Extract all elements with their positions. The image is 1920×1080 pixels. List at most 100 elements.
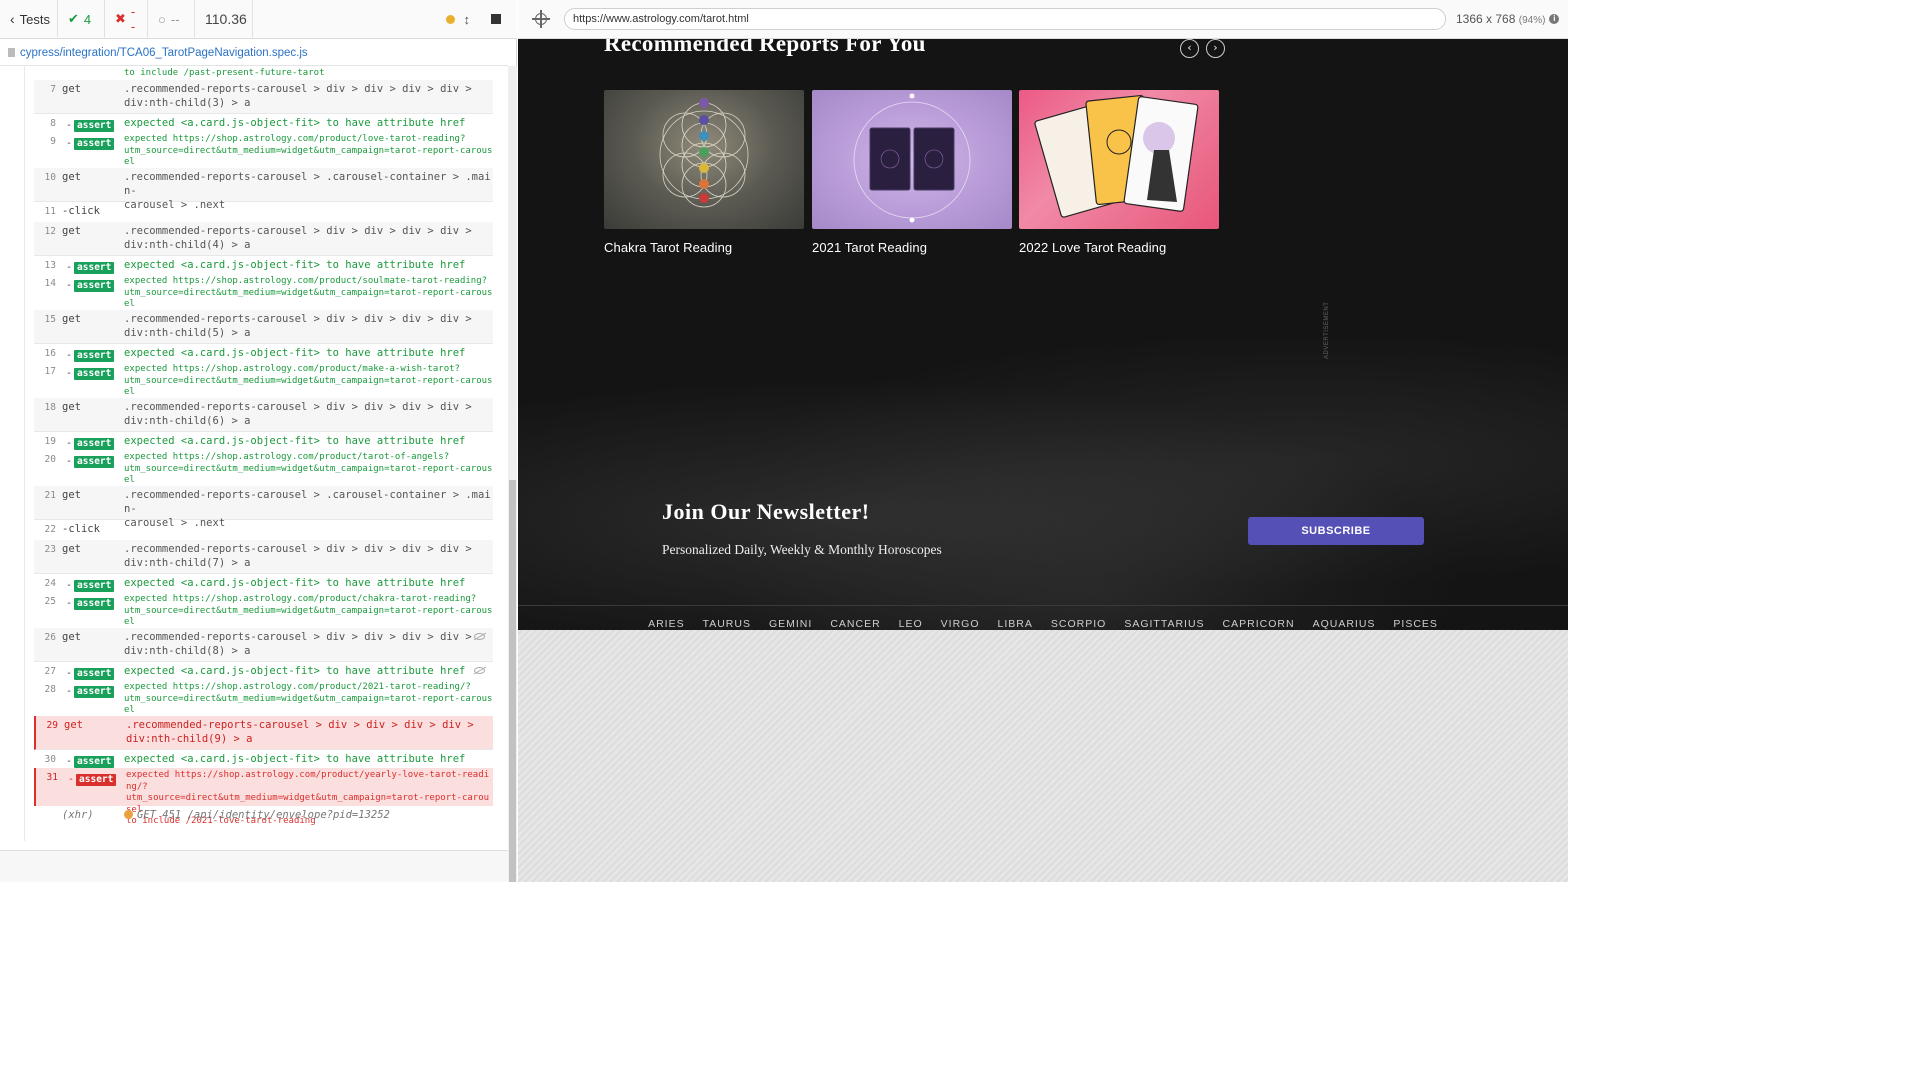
command-row-assert[interactable]: 28- assert expected https://shop.astrology…	[34, 680, 493, 727]
zodiac-link[interactable]: ARIES	[639, 606, 694, 630]
command-row-assert[interactable]: 25- assert expected https://shop.astrology…	[34, 592, 493, 639]
command-log-scrollbar[interactable]	[508, 66, 517, 882]
assert-badge: - assert	[56, 274, 124, 310]
command-row-get[interactable]: 12 get .recommended-reports-carousel > div…	[34, 222, 493, 256]
zodiac-link[interactable]: VIRGO	[932, 606, 989, 630]
carousel-next-button[interactable]: ›	[1206, 39, 1225, 58]
command-number: 26	[44, 632, 56, 643]
zodiac-link[interactable]: PISCES	[1384, 606, 1447, 630]
command-row-get[interactable]: 15 get .recommended-reports-carousel > div…	[34, 310, 493, 344]
running-status-icon	[445, 14, 455, 24]
spec-path-link[interactable]: cypress/integration/TCA06_TarotPageNavig…	[20, 47, 308, 59]
chevron-left-icon: ‹	[10, 11, 15, 27]
zodiac-link[interactable]: CAPRICORN	[1214, 606, 1304, 630]
command-message: .recommended-reports-carousel > div > di…	[124, 225, 472, 251]
file-icon	[8, 48, 15, 57]
assert-badge: - assert	[56, 750, 124, 768]
command-message: expected <a.card.js-object-fit> to have …	[124, 577, 466, 589]
command-number: 25	[44, 596, 56, 607]
command-row-get[interactable]: 18 get .recommended-reports-carousel > div…	[34, 398, 493, 432]
report-card-2022-love[interactable]: 2022 Love Tarot Reading	[1019, 90, 1219, 255]
command-number: 18	[44, 402, 56, 413]
assert-tag: assert	[74, 280, 115, 292]
command-row-assert[interactable]: 16- assert expected <a.card.js-object-fit>…	[34, 344, 493, 362]
command-row-assert[interactable]: 13- assert expected <a.card.js-object-fit>…	[34, 256, 493, 274]
zodiac-link[interactable]: SCORPIO	[1042, 606, 1115, 630]
command-row-get[interactable]: 7 get .recommended-reports-carousel > div …	[34, 80, 493, 114]
command-row-get[interactable]: 26 get .recommended-reports-carousel > div…	[34, 628, 493, 662]
command-number: 12	[44, 226, 56, 237]
runner-footer	[0, 850, 508, 882]
command-message: expected https://shop.astrology.com/prod…	[124, 276, 493, 321]
command-row-get[interactable]: 21 get .recommended-reports-carousel > .ca…	[34, 486, 493, 529]
report-card-2021[interactable]: 2021 Tarot Reading	[812, 90, 1012, 255]
command-number: 20	[44, 454, 56, 465]
selector-playground-button[interactable]	[518, 10, 564, 28]
zodiac-link[interactable]: LIBRA	[989, 606, 1042, 630]
zodiac-link[interactable]: AQUARIUS	[1304, 606, 1385, 630]
eye-hidden-icon	[474, 633, 485, 640]
command-row-get[interactable]: 29 get .recommended-reports-carousel > div…	[34, 716, 493, 750]
info-icon[interactable]: i	[1549, 14, 1560, 24]
assert-badge: - assert	[56, 114, 124, 132]
xhr-text: GET 451 /api/identity/envelope?pid=13252	[137, 809, 390, 821]
auto-scroll-icon[interactable]: ↕	[464, 12, 471, 27]
command-message: .recommended-reports-carousel > div > di…	[124, 543, 472, 569]
subscribe-button[interactable]: SUBSCRIBE	[1248, 517, 1424, 545]
command-row-xhr[interactable]: (xhr) GET 451 /api/identity/envelope?pid=…	[34, 806, 493, 826]
zodiac-link[interactable]: SAGITTARIUS	[1115, 606, 1213, 630]
zodiac-link[interactable]: GEMINI	[760, 606, 821, 630]
dash: -	[66, 756, 73, 767]
command-name: get	[62, 313, 81, 325]
check-icon: ✔	[68, 11, 79, 26]
astrology-site: Recommended Reports For You ‹ › Chakra T…	[518, 39, 1568, 630]
command-row-assert[interactable]: 17- assert expected https://shop.astrology…	[34, 362, 493, 409]
command-row-assert[interactable]: 8- assert expected <a.card.js-object-fit> …	[34, 114, 493, 132]
passed-count: ✔ 4	[58, 0, 105, 39]
command-row-assert[interactable]: 20- assert expected https://shop.astrology…	[34, 450, 493, 497]
command-row-tail[interactable]: to include /past-present-future-tarot	[34, 66, 493, 80]
command-row-get[interactable]: 23 get .recommended-reports-carousel > div…	[34, 540, 493, 574]
command-log: to include /past-present-future-tarot 7 ge…	[24, 66, 508, 841]
command-row-assert[interactable]: 30- assert expected <a.card.js-object-fit>…	[34, 750, 493, 768]
report-card-chakra[interactable]: Chakra Tarot Reading	[604, 90, 804, 255]
command-number: 30	[44, 754, 56, 765]
command-row-click[interactable]: 22 -click	[34, 520, 493, 540]
toolbar-controls: ↕	[253, 0, 517, 39]
command-name: get	[62, 171, 81, 183]
command-message: expected <a.card.js-object-fit> to have …	[124, 753, 466, 765]
url-bar[interactable]: https://www.astrology.com/tarot.html	[564, 8, 1446, 30]
viewport-dimensions: 1366 x 768	[1456, 12, 1516, 26]
command-message: to include /past-present-future-tarot	[124, 68, 325, 78]
zodiac-link[interactable]: CANCER	[821, 606, 889, 630]
command-row-assert[interactable]: 27- assert expected <a.card.js-object-fit>…	[34, 662, 493, 680]
command-row-assert[interactable]: 19- assert expected <a.card.js-object-fit>…	[34, 432, 493, 450]
command-message: .recommended-reports-carousel > div > di…	[124, 401, 472, 427]
command-number: 24	[44, 578, 56, 589]
zodiac-link[interactable]: TAURUS	[694, 606, 760, 630]
section-title: Recommended Reports For You	[604, 39, 926, 56]
tests-label: Tests	[19, 11, 51, 27]
stop-icon[interactable]	[491, 14, 501, 24]
card-title: 2021 Tarot Reading	[812, 240, 928, 255]
zodiac-link[interactable]: LEO	[890, 606, 932, 630]
command-message: expected https://shop.astrology.com/prod…	[124, 594, 493, 639]
viewport-zoom: (94%)	[1518, 15, 1546, 26]
scrollbar-thumb[interactable]	[509, 480, 516, 882]
card-title: Chakra Tarot Reading	[604, 240, 733, 255]
command-row-assert[interactable]: 24- assert expected <a.card.js-object-fit>…	[34, 574, 493, 592]
command-row-assert[interactable]: 9- assert expected https://shop.astrology.…	[34, 132, 493, 179]
command-row-assert[interactable]: 31- assert expected https://shop.astrology…	[34, 768, 493, 826]
command-row-get[interactable]: 10 get .recommended-reports-carousel > .ca…	[34, 168, 493, 211]
dash: -	[66, 262, 73, 273]
command-row-assert[interactable]: 14- assert expected https://shop.astrology…	[34, 274, 493, 321]
assert-badge: - assert	[56, 256, 124, 274]
command-message: GET 451 /api/identity/envelope?pid=13252	[124, 806, 493, 826]
assert-tag: assert	[74, 350, 115, 362]
command-name: get	[62, 225, 81, 237]
command-message: expected https://shop.astrology.com/prod…	[124, 134, 493, 179]
carousel-prev-button[interactable]: ‹	[1180, 39, 1199, 58]
command-row-click[interactable]: 11 -click	[34, 202, 493, 222]
card-title: 2022 Love Tarot Reading	[1019, 240, 1167, 255]
tests-back-button[interactable]: ‹ Tests	[0, 0, 58, 39]
